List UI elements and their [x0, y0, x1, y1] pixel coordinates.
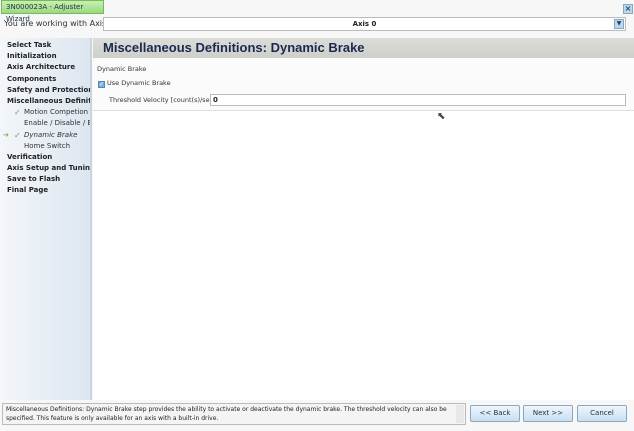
- step-axis-setup-tuning[interactable]: Axis Setup and Tuning: [0, 163, 90, 174]
- mouse-cursor-icon: ⬉: [437, 111, 446, 122]
- threshold-velocity-label: Threshold Velocity [count(s)/sec]: [109, 96, 216, 104]
- step-final-page[interactable]: Final Page: [0, 185, 90, 196]
- chevron-down-icon[interactable]: ▼: [614, 19, 624, 29]
- step-misc-definitions[interactable]: Miscellaneous Definitions: [0, 96, 90, 107]
- dynamic-brake-group: Dynamic Brake ✓ Use Dynamic Brake Thresho…: [93, 58, 634, 111]
- step-label: Home Switch: [24, 141, 71, 150]
- axis-select[interactable]: Axis 0 ▼: [103, 17, 626, 31]
- scrollbar[interactable]: [456, 405, 464, 423]
- step-label: Enable / Disable / Brake: [24, 119, 90, 128]
- close-icon[interactable]: ×: [623, 4, 633, 14]
- step-axis-architecture[interactable]: Axis Architecture: [0, 62, 90, 73]
- main-panel: Dynamic Brake ✓ Use Dynamic Brake Thresho…: [93, 58, 634, 400]
- threshold-velocity-input[interactable]: 0: [210, 94, 626, 106]
- step-dynamic-brake[interactable]: ➔ ✓ Dynamic Brake: [0, 130, 90, 141]
- description-text: Miscellaneous Definitions: Dynamic Brake…: [2, 403, 466, 425]
- checkbox-checked-icon: ✓: [98, 81, 105, 88]
- axis-value: Axis 0: [352, 20, 377, 28]
- check-icon: ✓: [14, 108, 21, 118]
- group-title: Dynamic Brake: [97, 65, 147, 73]
- step-enable-disable-brake[interactable]: Enable / Disable / Brake: [0, 118, 90, 129]
- step-safety-protection[interactable]: Safety and Protection: [0, 85, 90, 96]
- cancel-button[interactable]: Cancel: [577, 405, 627, 422]
- step-home-switch[interactable]: Home Switch: [0, 141, 90, 152]
- back-button[interactable]: << Back: [470, 405, 520, 422]
- check-icon: ✓: [14, 130, 21, 140]
- description-content: Miscellaneous Definitions: Dynamic Brake…: [6, 406, 447, 422]
- step-motion-competion[interactable]: ✓ Motion Competion: [0, 107, 90, 118]
- step-label: Dynamic Brake: [24, 130, 78, 139]
- step-save-to-flash[interactable]: Save to Flash: [0, 174, 90, 185]
- step-initialization[interactable]: Initialization: [0, 51, 90, 62]
- step-select-task[interactable]: Select Task: [0, 40, 90, 51]
- axis-label: You are working with Axis:: [4, 19, 109, 28]
- checkbox-label: Use Dynamic Brake: [107, 79, 171, 87]
- step-verification[interactable]: Verification: [0, 152, 90, 163]
- page-title: Miscellaneous Definitions: Dynamic Brake: [93, 38, 634, 58]
- use-dynamic-brake-checkbox[interactable]: ✓ Use Dynamic Brake: [98, 79, 171, 88]
- step-components[interactable]: Components: [0, 74, 90, 85]
- step-label: Motion Competion: [24, 108, 89, 117]
- arrow-right-icon: ➔: [3, 130, 9, 139]
- wizard-steps-sidebar: Select Task Initialization Axis Architec…: [0, 38, 92, 400]
- window-title-tab: 3N000023A - Adjuster Wizard: [1, 0, 104, 23]
- next-button[interactable]: Next >>: [523, 405, 573, 422]
